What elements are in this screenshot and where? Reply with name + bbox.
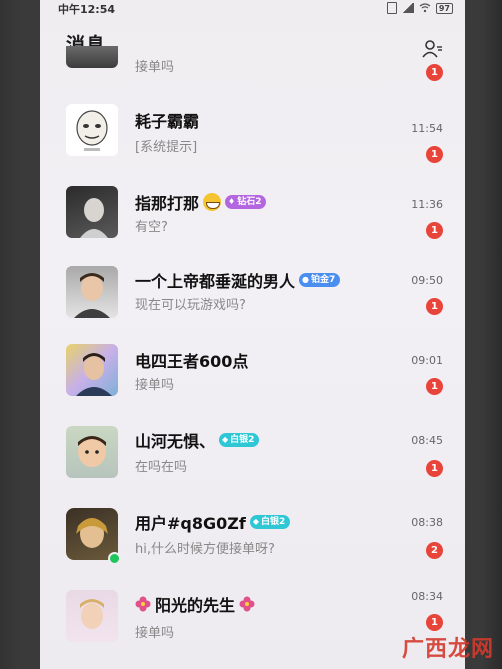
message-preview: [系统提示]: [135, 140, 198, 155]
message-preview: 接单吗: [135, 626, 175, 641]
avatar: [66, 46, 118, 68]
conversation-item[interactable]: 耗子霸霸 [系统提示] 11:54 1: [40, 98, 465, 178]
conversation-item[interactable]: 电四王者600点 接单吗 09:01 1: [40, 340, 465, 420]
avatar: [66, 186, 118, 238]
battery-icon: 97: [435, 2, 453, 14]
status-bar: 中午12:54 97: [40, 0, 465, 18]
contact-name: 一个上帝都垂涎的男人 ● 铂金7: [135, 268, 341, 292]
rank-badge-label: 白银2: [230, 435, 255, 445]
avatar: [66, 344, 118, 396]
contact-name-text: 指那打那: [135, 194, 200, 213]
message-preview: 接单吗: [135, 378, 175, 393]
diamond-icon: ◆: [252, 517, 259, 526]
conversation-item[interactable]: 用户#q8G0Zf ◆ 白银2 hi,什么时候方便接单呀? 08:38 2: [40, 500, 465, 580]
message-time: 08:45: [411, 434, 443, 447]
unread-count-badge: 1: [426, 222, 443, 239]
contact-name: 山河无惧、 ◆ 白银2: [135, 428, 260, 452]
rank-badge-label: 铂金7: [311, 275, 336, 285]
rank-badge: ◆ 白银2: [219, 433, 260, 447]
rank-badge-label: 钻石2: [237, 197, 262, 207]
conversation-item[interactable]: 山河无惧、 ◆ 白银2 在吗在吗 08:45 1: [40, 420, 465, 500]
message-preview: 在吗在吗: [135, 460, 188, 475]
conversation-item[interactable]: 接单吗 1: [40, 46, 465, 86]
flower-emoji-icon: [135, 596, 151, 612]
message-time: 08:38: [411, 516, 443, 529]
phone-photo: 中午12:54 97 消息 接单吗 1 耗子霸霸 [系统提示] 11:54 1 …: [0, 0, 502, 669]
online-status-dot: [108, 552, 121, 565]
diamond-icon: ♦: [228, 197, 236, 206]
contact-name: 耗子霸霸: [135, 108, 199, 132]
contact-name-text: 阳光的先生: [155, 596, 236, 615]
conversation-item[interactable]: 指那打那 ♦ 钻石2 有空? 11:36 1: [40, 180, 465, 260]
unread-count-badge: 2: [426, 542, 443, 559]
message-preview: 现在可以玩游戏吗?: [135, 298, 246, 313]
message-preview: hi,什么时候方便接单呀?: [135, 542, 275, 557]
unread-count-badge: 1: [426, 146, 443, 163]
message-time: 11:36: [411, 198, 443, 211]
rank-badge: ♦ 钻石2: [225, 195, 267, 209]
contact-name-text: 用户#q8G0Zf: [135, 514, 246, 533]
rank-badge: ◆ 白银2: [249, 515, 291, 529]
message-preview: 有空?: [135, 220, 168, 235]
avatar: [66, 590, 118, 642]
message-time: 09:50: [411, 274, 443, 287]
unread-count-badge: 1: [426, 378, 443, 395]
watermark-logo: 广西龙网: [401, 636, 494, 662]
unread-count-badge: 1: [426, 614, 443, 631]
status-icons: 97: [386, 2, 453, 14]
contact-name-text: 电四王者600点: [135, 352, 249, 371]
wifi-icon: [419, 3, 431, 13]
contact-name-text: 一个上帝都垂涎的男人: [135, 272, 296, 291]
contact-name-text: 山河无惧、: [135, 432, 216, 451]
message-time: 09:01: [411, 354, 443, 367]
diamond-icon: ◆: [222, 435, 229, 444]
unread-count-badge: 1: [426, 460, 443, 477]
contact-name: 阳光的先生: [135, 592, 255, 616]
grin-emoji-icon: [203, 193, 222, 211]
message-time: 11:54: [411, 122, 443, 135]
message-time: 08:34: [411, 590, 443, 603]
conversation-item[interactable]: 一个上帝都垂涎的男人 ● 铂金7 现在可以玩游戏吗? 09:50 1: [40, 260, 465, 340]
contact-name: 指那打那 ♦ 钻石2: [135, 190, 267, 214]
sim-icon: [386, 2, 397, 14]
unread-count-badge: 1: [426, 298, 443, 315]
contact-name: 用户#q8G0Zf ◆ 白银2: [135, 510, 291, 534]
rank-badge-label: 白银2: [260, 517, 286, 527]
avatar: [66, 426, 118, 478]
message-preview: 接单吗: [135, 60, 175, 75]
phone-screen: 中午12:54 97 消息 接单吗 1 耗子霸霸 [系统提示] 11:54 1 …: [40, 0, 465, 669]
unread-count-badge: 1: [426, 64, 443, 81]
rank-badge: ● 铂金7: [299, 273, 341, 287]
status-time: 中午12:54: [58, 3, 116, 16]
signal-icon: [401, 3, 414, 13]
avatar: [66, 266, 118, 318]
flower-emoji-icon: [239, 596, 255, 612]
contact-name-text: 耗子霸霸: [135, 112, 200, 131]
avatar: [66, 104, 118, 156]
diamond-icon: ●: [302, 275, 309, 284]
contact-name: 电四王者600点: [135, 348, 248, 372]
